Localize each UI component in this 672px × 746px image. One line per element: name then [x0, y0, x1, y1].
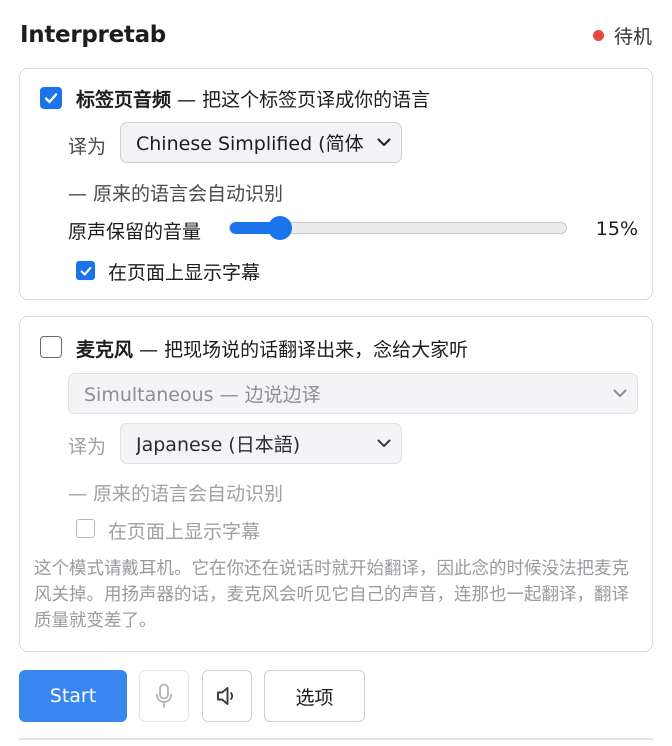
chevron-down-icon: [613, 389, 627, 397]
tab-audio-language-select[interactable]: Chinese Simplified (简体: [120, 122, 402, 163]
volume-label: 原声保留的音量: [68, 221, 202, 243]
tab-audio-heading: 标签页音频 — 把这个标签页译成你的语言: [76, 85, 430, 112]
microphone-heading: 麦克风 — 把现场说的话翻译出来，念给大家听: [76, 335, 468, 362]
checkmark-icon: [80, 266, 91, 276]
microphone-card: 麦克风 — 把现场说的话翻译出来，念给大家听 Simultaneous — 边说…: [19, 316, 653, 652]
speaker-icon: [217, 687, 234, 705]
volume-value: 15%: [595, 218, 638, 240]
chevron-down-icon: [377, 138, 391, 146]
microphone-icon: [155, 683, 173, 708]
status-text: 待机: [613, 25, 652, 48]
tab-audio-description: — 把这个标签页译成你的语言: [177, 89, 431, 111]
microphone-auto-detect-note: — 原来的语言会自动识别: [68, 483, 284, 505]
microphone-checkbox[interactable]: [40, 336, 62, 358]
microphone-button[interactable]: [139, 670, 189, 722]
microphone-language-select[interactable]: Japanese (日本語): [120, 423, 402, 464]
tab-audio-subtitles-checkbox[interactable]: [76, 261, 95, 280]
microphone-headphones-note: 这个模式请戴耳机。它在你还在说话时就开始翻译，因此念的时候没法把麦克风关掉。用扬…: [34, 559, 629, 631]
tab-audio-checkbox[interactable]: [40, 87, 62, 109]
speaker-button[interactable]: [202, 670, 252, 722]
bottom-divider: [19, 738, 653, 740]
microphone-mode-select[interactable]: Simultaneous — 边说边译: [68, 373, 638, 414]
app-title: Interpretab: [20, 22, 166, 48]
microphone-mode-value: Simultaneous — 边说边译: [84, 384, 321, 406]
chevron-down-icon: [377, 439, 391, 447]
microphone-translate-label: 译为: [68, 436, 107, 458]
options-button[interactable]: 选项: [264, 670, 365, 722]
tab-audio-subtitles-label: 在页面上显示字幕: [108, 262, 261, 284]
tab-audio-translate-label: 译为: [68, 136, 107, 158]
microphone-subtitles-checkbox[interactable]: [76, 519, 95, 538]
tab-audio-title: 标签页音频: [76, 89, 172, 111]
microphone-subtitles-label: 在页面上显示字幕: [108, 521, 261, 543]
status-indicator: 待机: [592, 22, 652, 49]
microphone-language-value: Japanese (日本語): [136, 434, 301, 456]
volume-slider[interactable]: [229, 216, 567, 240]
tab-audio-card: 标签页音频 — 把这个标签页译成你的语言 译为 Chinese Simplifi…: [19, 68, 653, 300]
volume-slider-thumb[interactable]: [268, 216, 293, 240]
microphone-description: — 把现场说的话翻译出来，念给大家听: [139, 339, 469, 361]
header: Interpretab 待机: [20, 18, 652, 52]
start-button[interactable]: Start: [19, 670, 127, 722]
status-dot-icon: [592, 29, 604, 41]
microphone-title: 麦克风: [76, 339, 134, 361]
tab-audio-language-value: Chinese Simplified (简体: [136, 133, 364, 155]
checkmark-icon: [44, 93, 58, 104]
tab-audio-auto-detect-note: — 原来的语言会自动识别: [68, 183, 284, 205]
